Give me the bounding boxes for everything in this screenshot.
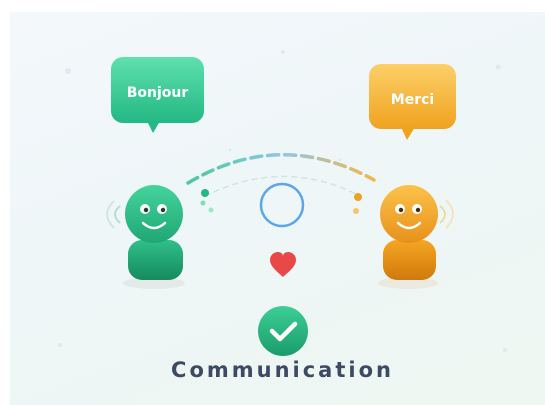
signal-dots-left	[200, 189, 214, 213]
heart-icon	[270, 252, 296, 277]
checkmark-circle-icon	[258, 306, 308, 356]
right-person-icon	[378, 185, 454, 289]
connection-arc	[186, 153, 376, 185]
bubble-text-left: Bonjour	[126, 85, 189, 101]
connection-arc-inner	[204, 175, 357, 197]
signal-dots-right	[353, 193, 362, 214]
left-person-icon	[106, 185, 185, 289]
communication-illustration	[58, 50, 507, 356]
circle-outline-icon	[259, 182, 305, 228]
caption-title: Communication	[171, 358, 394, 382]
illustration: Bonjour Merci Communication	[0, 0, 545, 405]
bubble-text-right: Merci	[390, 92, 435, 108]
